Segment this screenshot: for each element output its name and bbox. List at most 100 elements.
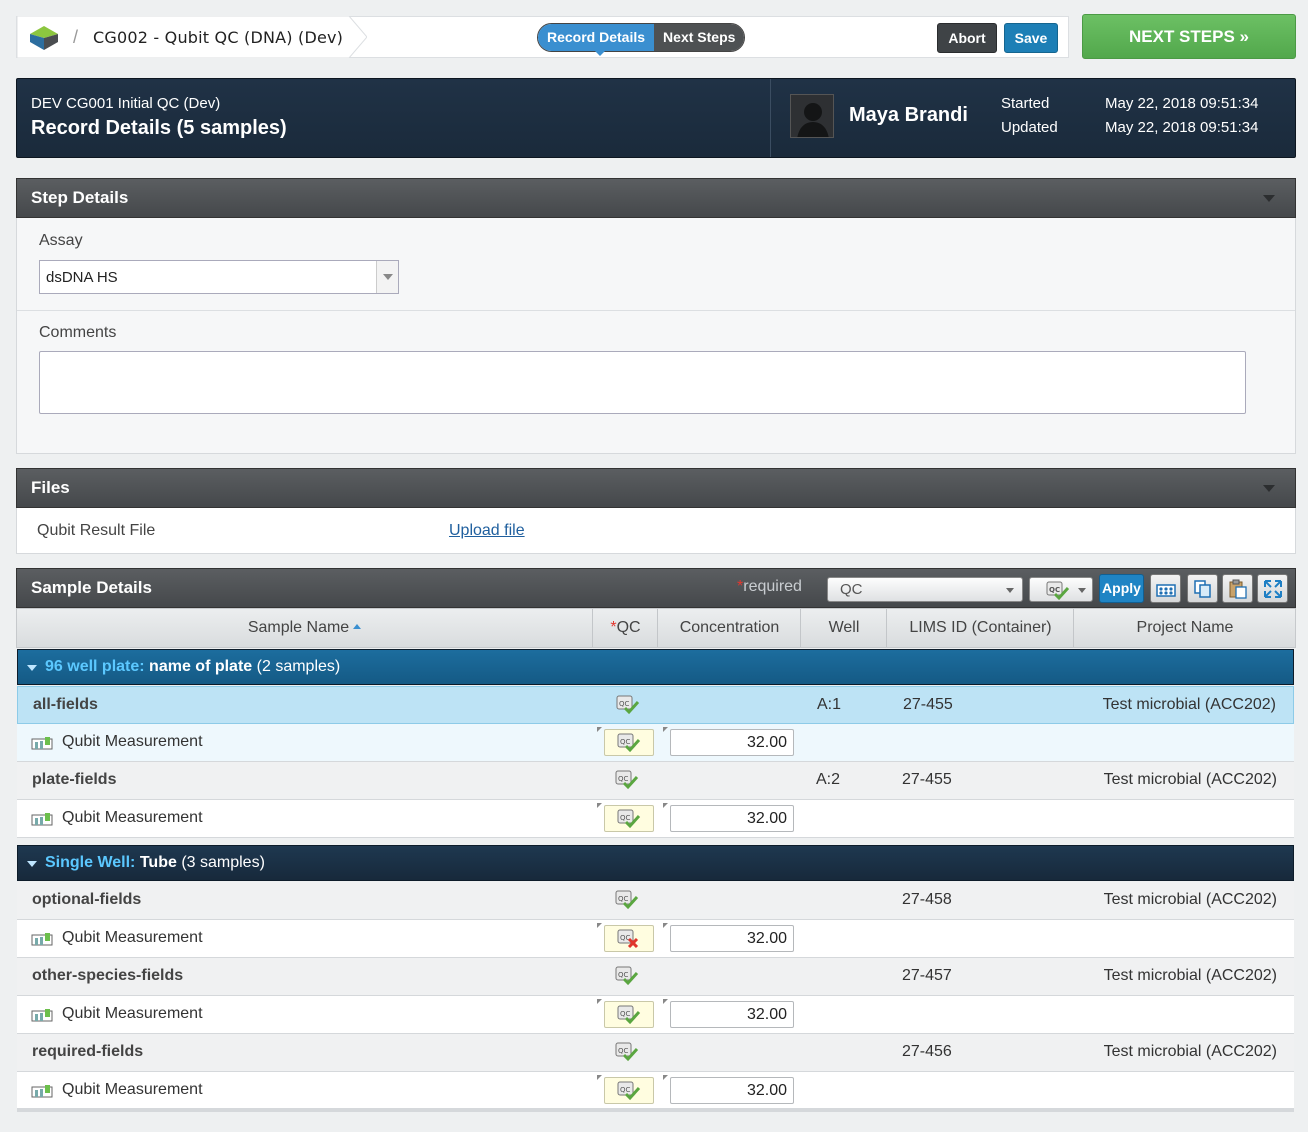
edit-corner-marker bbox=[663, 999, 668, 1004]
measurement-name: Qubit Measurement bbox=[62, 809, 203, 826]
sample-name: all-fields bbox=[33, 696, 98, 713]
concentration-input[interactable]: 32.00 bbox=[670, 1001, 794, 1028]
collapse-chevron-icon[interactable] bbox=[1263, 195, 1275, 202]
qc-pass-icon: QC bbox=[617, 809, 641, 829]
svg-text:QC: QC bbox=[618, 775, 629, 783]
next-steps-button[interactable]: NEXT STEPS » bbox=[1082, 14, 1296, 59]
required-note: *required bbox=[737, 578, 802, 596]
column-sample-name[interactable]: Sample Name bbox=[17, 609, 593, 647]
tab-next-steps[interactable]: Next Steps bbox=[654, 24, 745, 51]
started-label: Started bbox=[1001, 95, 1050, 112]
measurement-row[interactable]: Qubit Measurement QC 32.00 bbox=[17, 920, 1294, 958]
qc-cell[interactable]: QC bbox=[604, 729, 654, 756]
qc-pass-icon: QC bbox=[615, 890, 639, 910]
tab-record-details[interactable]: Record Details bbox=[538, 24, 655, 51]
container-group-row[interactable]: 96 well plate: name of plate (2 samples) bbox=[17, 649, 1294, 685]
qc-cell[interactable]: QC bbox=[604, 805, 654, 832]
lims-id-value: 27-458 bbox=[902, 891, 952, 908]
column-qc[interactable]: *QC bbox=[594, 609, 658, 647]
lims-id-value: 27-455 bbox=[902, 771, 952, 788]
view-toggle: Record Details Next Steps bbox=[537, 23, 746, 52]
sample-name: required-fields bbox=[32, 1043, 144, 1060]
qc-pass-icon: QC bbox=[615, 966, 639, 986]
header-divider bbox=[770, 79, 771, 157]
sample-name: other-species-fields bbox=[32, 967, 184, 984]
apply-button[interactable]: Apply bbox=[1099, 574, 1144, 603]
qc-cell[interactable]: QC bbox=[604, 925, 654, 952]
edit-corner-marker bbox=[597, 727, 602, 732]
qc-status-select[interactable]: QC bbox=[1029, 577, 1093, 602]
measurement-row[interactable]: Qubit Measurement QC 32.00 bbox=[17, 996, 1294, 1034]
comments-textarea[interactable] bbox=[39, 351, 1246, 414]
copy-button[interactable] bbox=[1187, 574, 1218, 603]
collapse-chevron-icon[interactable] bbox=[1263, 485, 1275, 492]
table-row[interactable]: plate-fields QC A:2 27-455 Test microbia… bbox=[17, 762, 1294, 800]
concentration-input[interactable]: 32.00 bbox=[670, 1077, 794, 1104]
edit-corner-marker bbox=[663, 803, 668, 808]
page-title: Record Details (5 samples) bbox=[31, 117, 287, 140]
table-row[interactable]: optional-fields QC 27-458 Test microbial… bbox=[17, 882, 1294, 920]
expand-triangle-icon[interactable] bbox=[27, 665, 37, 671]
edit-corner-marker bbox=[663, 727, 668, 732]
measurement-row[interactable]: Qubit Measurement QC 32.00 bbox=[17, 1072, 1294, 1110]
qc-cell[interactable]: QC bbox=[604, 1077, 654, 1104]
column-concentration[interactable]: Concentration bbox=[659, 609, 801, 647]
active-tab-caret bbox=[595, 51, 605, 56]
files-header[interactable]: Files bbox=[16, 468, 1296, 508]
lims-id-value: 27-456 bbox=[902, 1043, 952, 1060]
abort-button[interactable]: Abort bbox=[937, 23, 997, 53]
qc-pass-icon: QC bbox=[617, 1081, 641, 1101]
table-row[interactable]: all-fields QC A:1 27-455 Test microbial … bbox=[17, 686, 1294, 724]
updated-label: Updated bbox=[1001, 119, 1058, 136]
expand-icon bbox=[1264, 580, 1282, 598]
expand-triangle-icon[interactable] bbox=[27, 861, 37, 867]
group-type: 96 well plate: bbox=[45, 658, 145, 675]
sample-details-title: Sample Details bbox=[31, 578, 152, 597]
svg-text:QC: QC bbox=[618, 895, 629, 903]
container-group-row[interactable]: Single Well: Tube (3 samples) bbox=[17, 845, 1294, 881]
column-project-name[interactable]: Project Name bbox=[1075, 609, 1295, 647]
column-well[interactable]: Well bbox=[802, 609, 887, 647]
concentration-input[interactable]: 32.00 bbox=[670, 805, 794, 832]
avatar bbox=[790, 94, 834, 138]
step-details-header[interactable]: Step Details bbox=[16, 178, 1296, 218]
sample-name: optional-fields bbox=[32, 891, 142, 908]
file-label: Qubit Result File bbox=[37, 522, 156, 539]
svg-text:QC: QC bbox=[620, 738, 631, 746]
qc-pass-icon: QC bbox=[615, 1042, 639, 1062]
measurement-icon bbox=[31, 1085, 53, 1098]
qc-fail-icon: QC bbox=[617, 929, 639, 949]
qc-cell[interactable]: QC bbox=[604, 1001, 654, 1028]
assay-select[interactable]: dsDNA HS bbox=[39, 260, 399, 294]
paste-button[interactable] bbox=[1222, 574, 1253, 603]
project-name-value: Test microbial (ACC202) bbox=[1103, 891, 1277, 908]
assay-dropdown-arrow[interactable] bbox=[376, 261, 398, 293]
measurement-row[interactable]: Qubit Measurement QC 32.00 bbox=[17, 800, 1294, 838]
breadcrumb-separator: / bbox=[73, 27, 79, 47]
column-lims-id[interactable]: LIMS ID (Container) bbox=[888, 609, 1074, 647]
group-type: Single Well: bbox=[45, 854, 136, 871]
save-button[interactable]: Save bbox=[1004, 23, 1058, 53]
comments-label: Comments bbox=[39, 324, 117, 341]
svg-text:QC: QC bbox=[620, 1086, 631, 1094]
svg-text:QC: QC bbox=[620, 814, 631, 822]
files-title: Files bbox=[31, 478, 70, 497]
table-row[interactable]: other-species-fields QC 27-457 Test micr… bbox=[17, 958, 1294, 996]
concentration-input[interactable]: 32.00 bbox=[670, 925, 794, 952]
qc-bulk-select[interactable]: QC bbox=[827, 577, 1023, 602]
expand-button[interactable] bbox=[1257, 574, 1288, 603]
qc-pass-icon: QC bbox=[616, 695, 640, 715]
lims-id-value: 27-455 bbox=[903, 696, 953, 713]
app-logo-icon[interactable] bbox=[29, 25, 59, 51]
measurement-row[interactable]: Qubit Measurement QC 32.00 bbox=[17, 724, 1294, 762]
upload-file-link[interactable]: Upload file bbox=[449, 522, 525, 540]
divider bbox=[17, 310, 1295, 311]
placement-tool-button[interactable] bbox=[1150, 574, 1181, 603]
measurement-name: Qubit Measurement bbox=[62, 1081, 203, 1098]
paste-icon bbox=[1229, 579, 1247, 599]
concentration-input[interactable]: 32.00 bbox=[670, 729, 794, 756]
qc-pass-icon: QC bbox=[615, 770, 639, 790]
measurement-icon bbox=[31, 813, 53, 826]
measurement-name: Qubit Measurement bbox=[62, 733, 203, 750]
table-row[interactable]: required-fields QC 27-456 Test microbial… bbox=[17, 1034, 1294, 1072]
